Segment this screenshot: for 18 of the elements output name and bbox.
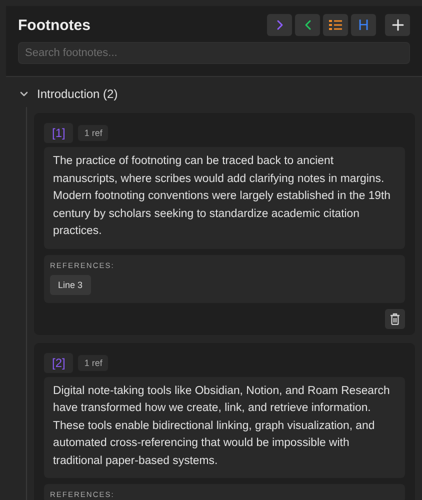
footnote-number[interactable]: [1] bbox=[44, 123, 74, 143]
chevron-right-button[interactable] bbox=[267, 14, 292, 36]
search-field[interactable]: Search footnotes... bbox=[18, 42, 410, 64]
ref-count: 1 ref bbox=[78, 125, 108, 141]
delete-button[interactable] bbox=[385, 308, 405, 328]
chevron-down-icon[interactable] bbox=[19, 89, 29, 99]
reference-link[interactable]: Line 3 bbox=[50, 274, 91, 294]
add-button[interactable] bbox=[385, 14, 410, 36]
heading-button[interactable]: H bbox=[351, 14, 376, 36]
section-title[interactable]: Introduction (2) bbox=[37, 87, 118, 101]
panel-title: Footnotes bbox=[18, 16, 90, 34]
footnote-text: The practice of footnoting can be traced back to ancient manuscripts, where scribes would add clarifying notes in margins. Modern footnoting conventions were largely established in the 19th century by scholars seeking to standardize academic citation practices. bbox=[44, 147, 405, 248]
chevron-left-button[interactable] bbox=[295, 14, 320, 36]
ref-count: 1 ref bbox=[78, 354, 108, 370]
trash-icon bbox=[390, 312, 400, 324]
footnote-text: Digital note-taking tools like Obsidian, Notion, and Roam Research have transformed how we create, link, and retrieve information. These tools enable bidirectional linking, graph visualization, and automated cross-referencing that would be impossible with traditional paper-based systems. bbox=[44, 376, 405, 478]
list-button[interactable] bbox=[323, 14, 348, 36]
footnote-number[interactable]: [2] bbox=[44, 352, 74, 372]
